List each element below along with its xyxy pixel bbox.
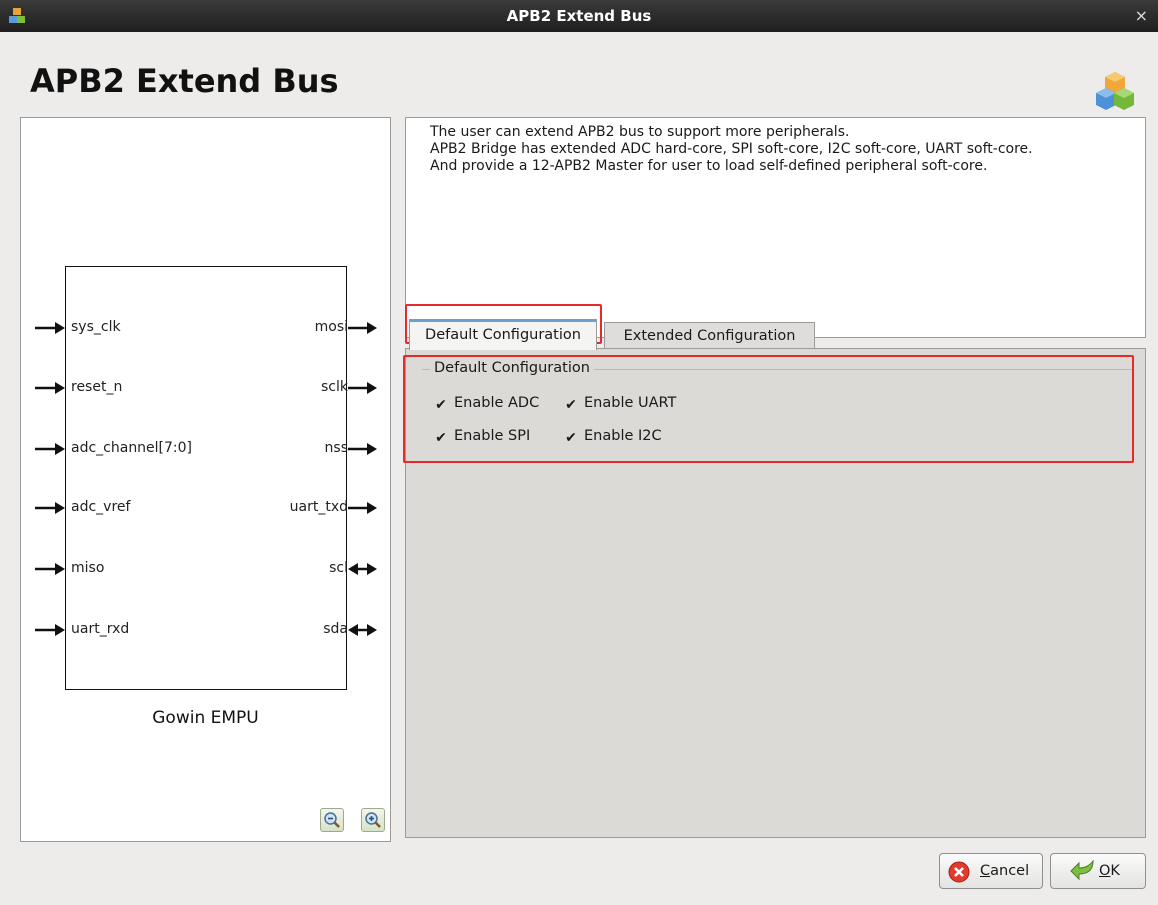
- tab-extended-configuration[interactable]: Extended Configuration: [604, 322, 815, 349]
- pin-input-label: miso: [71, 560, 105, 576]
- pin-input-label: reset_n: [71, 379, 123, 395]
- tab-content-panel: Default Configuration ✔ Enable ADC ✔ Enabl…: [405, 348, 1146, 838]
- block-caption: Gowin EMPU: [152, 708, 259, 728]
- enable-uart-checkbox[interactable]: ✔ Enable UART: [564, 395, 676, 413]
- cancel-icon: [948, 861, 970, 883]
- cancel-button[interactable]: Cancel: [939, 853, 1043, 889]
- ok-label: K: [1110, 863, 1120, 879]
- zoom-out-icon: [324, 812, 340, 828]
- description-line: And provide a 12-APB2 Master for user to…: [430, 158, 988, 174]
- block-diagram-panel: sys_clk reset_n adc_channel[7:0] adc_vre…: [20, 117, 391, 842]
- checkbox-label: Enable ADC: [454, 395, 540, 411]
- page-title: APB2 Extend Bus: [30, 62, 339, 100]
- cancel-mnemonic: C: [980, 863, 991, 879]
- zoom-out-button[interactable]: [320, 808, 344, 832]
- zoom-in-button[interactable]: [361, 808, 385, 832]
- checkbox-label: Enable SPI: [454, 428, 531, 444]
- window-title: APB2 Extend Bus: [506, 7, 652, 25]
- pin-output-label: uart_txd: [289, 499, 348, 515]
- tab-default-configuration[interactable]: Default Configuration: [409, 319, 597, 350]
- enable-i2c-checkbox[interactable]: ✔ Enable I2C: [564, 428, 662, 446]
- description-box: The user can extend APB2 bus to support …: [405, 117, 1146, 338]
- checkbox-label: Enable I2C: [584, 428, 662, 444]
- description-line: The user can extend APB2 bus to support …: [430, 124, 850, 140]
- close-icon[interactable]: ×: [1135, 6, 1148, 25]
- pin-input-label: adc_channel[7:0]: [71, 440, 193, 456]
- default-configuration-group: Default Configuration: [422, 360, 1132, 461]
- pin-input-label: adc_vref: [71, 499, 131, 515]
- pin-output-label: mosi: [314, 319, 348, 335]
- description-line: APB2 Bridge has extended ADC hard-core, …: [430, 141, 1033, 157]
- window-titlebar: APB2 Extend Bus ×: [0, 0, 1158, 32]
- checkbox-label: Enable UART: [584, 395, 677, 411]
- ok-arrow-icon: [1070, 859, 1094, 881]
- checkmark-icon: ✔: [435, 397, 447, 413]
- enable-adc-checkbox[interactable]: ✔ Enable ADC: [434, 395, 539, 413]
- zoom-in-icon: [365, 812, 381, 828]
- ok-button[interactable]: OK: [1050, 853, 1146, 889]
- pin-output-label: nss: [324, 440, 348, 456]
- ok-mnemonic: O: [1099, 863, 1111, 879]
- pin-output-label: sclk: [321, 379, 348, 395]
- pin-output-label: scl: [329, 560, 348, 576]
- cancel-label: ancel: [990, 863, 1030, 879]
- pin-input-label: sys_clk: [71, 319, 121, 335]
- group-label: Default Configuration: [430, 360, 594, 376]
- enable-spi-checkbox[interactable]: ✔ Enable SPI: [434, 428, 530, 446]
- pin-input-label: uart_rxd: [71, 621, 130, 637]
- cubes-logo-icon: [1096, 72, 1134, 110]
- checkmark-icon: ✔: [435, 430, 447, 446]
- checkmark-icon: ✔: [565, 430, 577, 446]
- pin-output-label: sda: [323, 621, 348, 637]
- checkmark-icon: ✔: [565, 397, 577, 413]
